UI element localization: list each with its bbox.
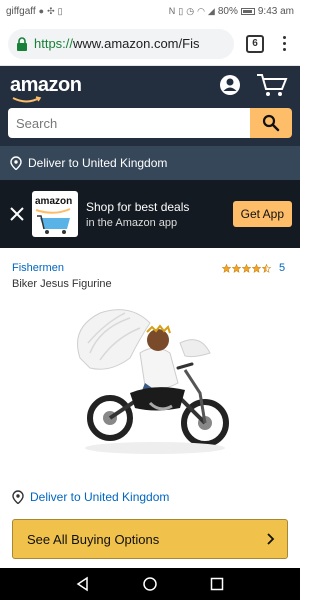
battery-icon <box>240 7 255 15</box>
get-app-button[interactable]: Get App <box>232 201 292 227</box>
see-all-buying-options-button[interactable]: See All Buying Options <box>12 519 288 559</box>
account-icon[interactable] <box>219 74 241 96</box>
search-button[interactable] <box>250 108 292 138</box>
buying-options-label: See All Buying Options <box>27 531 160 547</box>
rating[interactable]: 5 <box>222 262 285 274</box>
star-icon <box>232 263 241 273</box>
android-nav-bar <box>0 568 300 600</box>
menu-dot-icon <box>282 36 286 39</box>
location-pin-icon <box>12 490 24 504</box>
alarm-icon: ◷ <box>186 5 195 16</box>
deliver-row[interactable]: Deliver to United Kingdom <box>12 490 169 504</box>
close-icon[interactable] <box>8 205 26 223</box>
star-rating <box>222 263 271 273</box>
url-scheme: https:// <box>34 36 74 51</box>
star-icon <box>222 263 231 273</box>
star-icon <box>262 263 271 273</box>
nfc-icon: N <box>168 5 176 16</box>
menu-dot-icon <box>282 48 286 51</box>
banner-text: Shop for best deals in the Amazon app <box>86 200 233 229</box>
location-pin-icon <box>10 156 22 170</box>
deliver-location-bar[interactable]: Deliver to United Kingdom <box>0 146 300 180</box>
url-bar[interactable]: https://www.amazon.com/Fis <box>8 28 234 59</box>
amazon-smile-icon <box>12 96 42 103</box>
amazon-logo[interactable]: amazon <box>10 74 82 97</box>
tab-switcher-button[interactable]: 6 <box>246 34 264 53</box>
status-left: giffgaff ● ✣ ▯ <box>6 6 63 17</box>
status-right: N ▯ ◷ ◠ ◢ 80% 9:43 am <box>169 6 294 17</box>
carrier-name: giffgaff <box>6 5 36 17</box>
product-title: Biker Jesus Figurine <box>12 278 112 290</box>
url-path: www.amazon.com/Fis <box>73 36 200 51</box>
search-icon <box>262 114 280 132</box>
chevron-right-icon <box>267 533 275 545</box>
product-image[interactable] <box>60 298 240 468</box>
banner-subline: in the Amazon app <box>86 216 178 229</box>
star-icon <box>242 263 251 273</box>
star-icon <box>252 263 261 273</box>
shopping-cart-icon <box>35 208 71 234</box>
pinwheel-icon: ✣ <box>47 5 55 16</box>
back-icon[interactable] <box>75 576 91 592</box>
deliver-location-text: Deliver to United Kingdom <box>28 156 168 170</box>
pinterest-icon: ● <box>38 5 45 16</box>
url-text: https://www.amazon.com/Fis <box>34 36 199 51</box>
amazon-header: amazon <box>0 66 300 146</box>
vibrate-icon: ▯ <box>178 5 184 16</box>
clock: 9:43 am <box>257 5 294 17</box>
signal-icon: ◢ <box>207 5 215 16</box>
download-icon: ▯ <box>57 5 63 16</box>
browser-toolbar: https://www.amazon.com/Fis 6 <box>0 22 300 66</box>
tab-count: 6 <box>252 38 258 49</box>
home-icon[interactable] <box>142 576 158 592</box>
status-bar: giffgaff ● ✣ ▯ N ▯ ◷ ◠ ◢ 80% 9:43 am <box>0 0 300 22</box>
deliver-link[interactable]: Deliver to United Kingdom <box>30 490 169 504</box>
search-bar <box>8 108 292 138</box>
wifi-icon: ◠ <box>197 5 205 16</box>
lock-icon <box>17 36 27 51</box>
battery-percent: 80% <box>217 5 238 17</box>
cart-icon[interactable] <box>256 72 288 98</box>
app-promo-banner: amazon Shop for best deals in the Amazon… <box>0 180 300 248</box>
amazon-app-icon: amazon <box>32 191 78 237</box>
browser-menu-button[interactable] <box>276 36 292 51</box>
search-input[interactable] <box>8 108 250 138</box>
banner-headline: Shop for best deals <box>86 199 190 214</box>
brand-link[interactable]: Fishermen <box>12 262 64 274</box>
menu-dot-icon <box>282 42 286 45</box>
recents-icon[interactable] <box>209 576 225 592</box>
rating-count[interactable]: 5 <box>279 262 285 274</box>
